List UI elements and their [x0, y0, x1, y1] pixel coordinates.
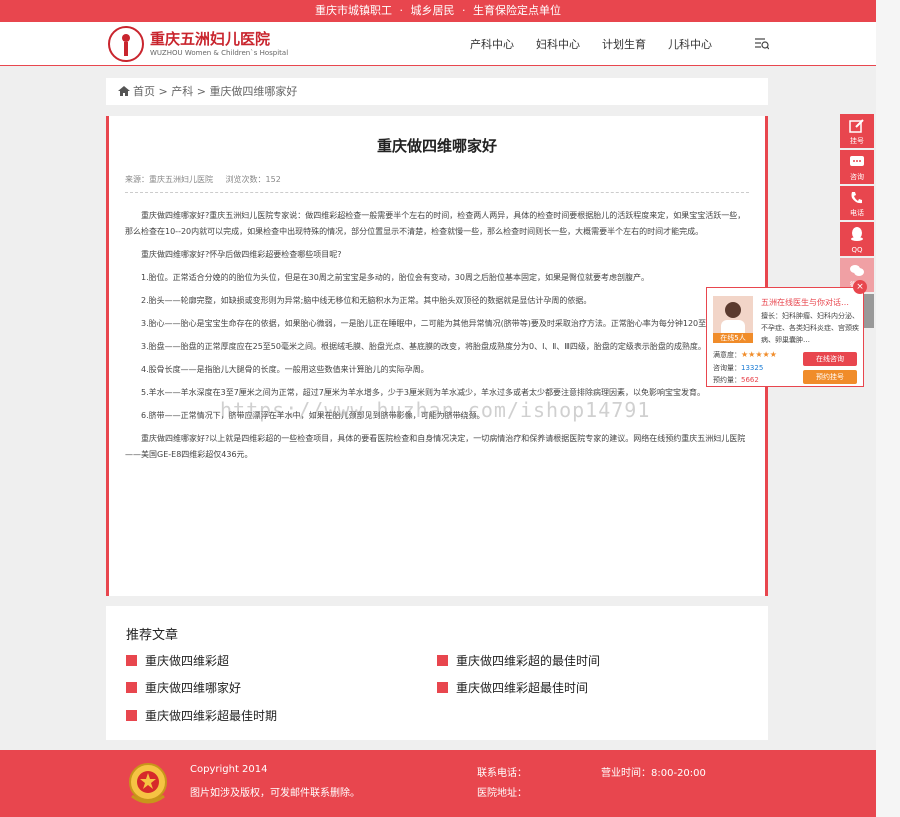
- article-paragraph: 4.股骨长度——是指胎儿大腿骨的长度。一般用这些数值来计算胎儿的实际孕周。: [141, 365, 429, 374]
- topbar-text-1: 重庆市城镇职工: [315, 4, 392, 17]
- qq-icon: [851, 227, 863, 241]
- chat-icon: [850, 156, 864, 166]
- nav-item-gynecology[interactable]: 妇科中心: [536, 36, 580, 52]
- logo-text: 重庆五洲妇儿医院 WUZHOU Women & Children`s Hospi…: [150, 30, 288, 58]
- recommend-link[interactable]: 重庆做四维哪家好: [126, 679, 241, 696]
- footer-address: 医院地址：: [477, 788, 527, 799]
- appoint-count-label: 预约量：: [713, 376, 741, 384]
- breadcrumb-sep: >: [155, 85, 172, 98]
- page-scrollbar[interactable]: [876, 0, 900, 817]
- phone-icon: [851, 192, 862, 204]
- breadcrumb-current: 重庆做四维哪家好: [209, 85, 298, 98]
- nav-item-pediatrics[interactable]: 儿科中心: [668, 36, 712, 52]
- recommend-link-label: 重庆做四维彩超的最佳时间: [456, 654, 601, 668]
- article-source: 来源：重庆五洲妇儿医院: [125, 175, 213, 184]
- star-rating-icon: ★★★★★: [741, 350, 777, 359]
- footer-tel: 联系电话：: [477, 768, 527, 779]
- footer-note: 图片如涉及版权，可发邮件联系删除。: [190, 788, 360, 799]
- logo-name-en: WUZHOU Women & Children`s Hospital: [150, 49, 289, 57]
- article-paragraph: 重庆做四维哪家好?以上就是四维彩超的一些检查项目，具体的要看医院检查和自身情况决…: [125, 434, 746, 459]
- article-card: 重庆做四维哪家好 来源：重庆五洲妇儿医院 浏览次数：152 重庆做四维哪家好?重…: [106, 116, 768, 596]
- recommend-title: 推荐文章: [126, 628, 179, 643]
- side-tool-register[interactable]: 挂号: [840, 114, 874, 148]
- police-emblem-icon: [124, 758, 172, 808]
- book-appointment-button[interactable]: 预约挂号: [803, 370, 857, 384]
- recommend-link-label: 重庆做四维彩超最佳时期: [145, 709, 278, 723]
- article-paragraph: 3.胎盘——胎盘的正常厚度应在25至50毫米之间。根据绒毛膜、胎盘光点、基底膜的…: [141, 342, 706, 351]
- top-banner: 重庆市城镇职工 · 城乡居民 · 生育保险定点单位: [0, 0, 876, 22]
- recommend-link[interactable]: 重庆做四维彩超最佳时期: [126, 707, 277, 724]
- consult-count-value: 13325: [741, 364, 764, 372]
- watermark-text: https://www.huzhan.com/ishop14791: [220, 398, 651, 422]
- side-tool-consult[interactable]: 咨询: [840, 150, 874, 184]
- article-body: 重庆做四维哪家好?重庆五洲妇儿医院专家说：做四维彩超检查一般需要半个左右的时间，…: [125, 208, 749, 470]
- appoint-count-value: 5662: [741, 376, 759, 384]
- popup-doctor-name[interactable]: 五洲在线医生与你对话…: [761, 297, 849, 308]
- side-tool-label: QQ: [851, 246, 863, 254]
- bullet-square-icon: [126, 682, 137, 693]
- nav-item-obstetrics[interactable]: 产科中心: [470, 36, 514, 52]
- side-tool-label: 电话: [850, 209, 864, 217]
- footer-hours: 营业时间：8:00-20:00: [601, 768, 706, 779]
- recommend-link-label: 重庆做四维哪家好: [145, 681, 242, 695]
- logo-name-cn: 重庆五洲妇儿医院: [150, 30, 271, 48]
- bullet-square-icon: [437, 682, 448, 693]
- popup-appoint-count: 预约量：5662: [713, 375, 759, 385]
- article-paragraph: 重庆做四维哪家好?怀孕后做四维彩超要检查哪些项目呢?: [141, 250, 342, 259]
- search-icon[interactable]: [755, 36, 770, 50]
- logo-mark-icon: [108, 26, 144, 62]
- breadcrumb-home[interactable]: 首页: [133, 85, 155, 98]
- recommend-link[interactable]: 重庆做四维彩超的最佳时间: [437, 652, 600, 669]
- article-views: 浏览次数：152: [225, 175, 281, 184]
- satisfaction-label: 满意度：: [713, 351, 741, 359]
- breadcrumb: 首页 > 产科 > 重庆做四维哪家好: [106, 78, 768, 105]
- main-nav: 产科中心 妇科中心 计划生育 儿科中心: [470, 22, 734, 66]
- footer-copyright: Copyright 2014: [190, 764, 268, 775]
- hospital-logo[interactable]: 重庆五洲妇儿医院 WUZHOU Women & Children`s Hospi…: [108, 26, 288, 62]
- site-footer: Copyright 2014 图片如涉及版权，可发邮件联系删除。 联系电话： 医…: [0, 750, 876, 817]
- side-tool-phone[interactable]: 电话: [840, 186, 874, 220]
- online-count-badge: 在线5人: [713, 333, 753, 343]
- topbar-sep-2: ·: [462, 4, 466, 17]
- recommend-link-label: 重庆做四维彩超: [145, 654, 230, 668]
- recommend-link[interactable]: 重庆做四维彩超: [126, 652, 229, 669]
- consult-count-label: 咨询量：: [713, 364, 741, 372]
- site-header: 重庆五洲妇儿医院 WUZHOU Women & Children`s Hospi…: [0, 22, 876, 66]
- bullet-square-icon: [126, 655, 137, 666]
- popup-doctor-desc: 擅长：妇科肿瘤、妇科内分泌、不孕症、各类妇科炎症、宫颈疾病、卵巢囊肿…: [761, 312, 859, 344]
- recommend-link[interactable]: 重庆做四维彩超最佳时间: [437, 679, 588, 696]
- article-paragraph: 3.胎心——胎心是宝宝生命存在的依据，如果胎心微弱，一是胎儿正在睡眠中，二可能为…: [141, 319, 738, 328]
- online-consult-button[interactable]: 在线咨询: [803, 352, 857, 366]
- side-tool-label: 挂号: [850, 137, 864, 145]
- nav-item-family-planning[interactable]: 计划生育: [602, 36, 646, 52]
- edit-icon: [849, 119, 864, 133]
- divider: [125, 192, 749, 193]
- wechat-icon: [850, 265, 864, 276]
- bullet-square-icon: [437, 655, 448, 666]
- bullet-square-icon: [126, 710, 137, 721]
- popup-consult-count: 咨询量：13325: [713, 363, 763, 373]
- topbar-text-2: 城乡居民: [410, 4, 455, 17]
- breadcrumb-sep: >: [193, 85, 210, 98]
- side-tool-label: 咨询: [850, 173, 864, 181]
- side-tool-qq[interactable]: QQ: [840, 222, 874, 256]
- breadcrumb-obstetrics[interactable]: 产科: [171, 85, 193, 98]
- recommended-articles: 推荐文章 重庆做四维彩超 重庆做四维彩超的最佳时间 重庆做四维哪家好 重庆做四维…: [106, 606, 768, 740]
- popup-satisfaction: 满意度：★★★★★: [713, 350, 777, 360]
- topbar-sep-1: ·: [399, 4, 404, 17]
- article-title: 重庆做四维哪家好: [376, 137, 497, 155]
- article-paragraph: 2.胎头——轮廓完整，如缺损或变形则为异常;脑中线无移位和无脑积水为正常。其中胎…: [141, 296, 592, 305]
- close-icon[interactable]: ×: [853, 280, 867, 294]
- topbar-text-3: 生育保险定点单位: [473, 4, 561, 17]
- article-meta: 来源：重庆五洲妇儿医院 浏览次数：152: [125, 174, 291, 185]
- recommend-link-label: 重庆做四维彩超最佳时间: [456, 681, 589, 695]
- online-doctor-popup: × 在线5人 五洲在线医生与你对话… 擅长：妇科肿瘤、妇科内分泌、不孕症、各类妇…: [706, 280, 867, 387]
- home-icon[interactable]: [118, 79, 130, 96]
- article-paragraph: 1.胎位。正常适合分娩的的胎位为头位，但是在30周之前宝宝是多动的，胎位会有变动…: [141, 273, 649, 282]
- article-paragraph: 重庆做四维哪家好?重庆五洲妇儿医院专家说：做四维彩超检查一般需要半个左右的时间，…: [125, 211, 746, 236]
